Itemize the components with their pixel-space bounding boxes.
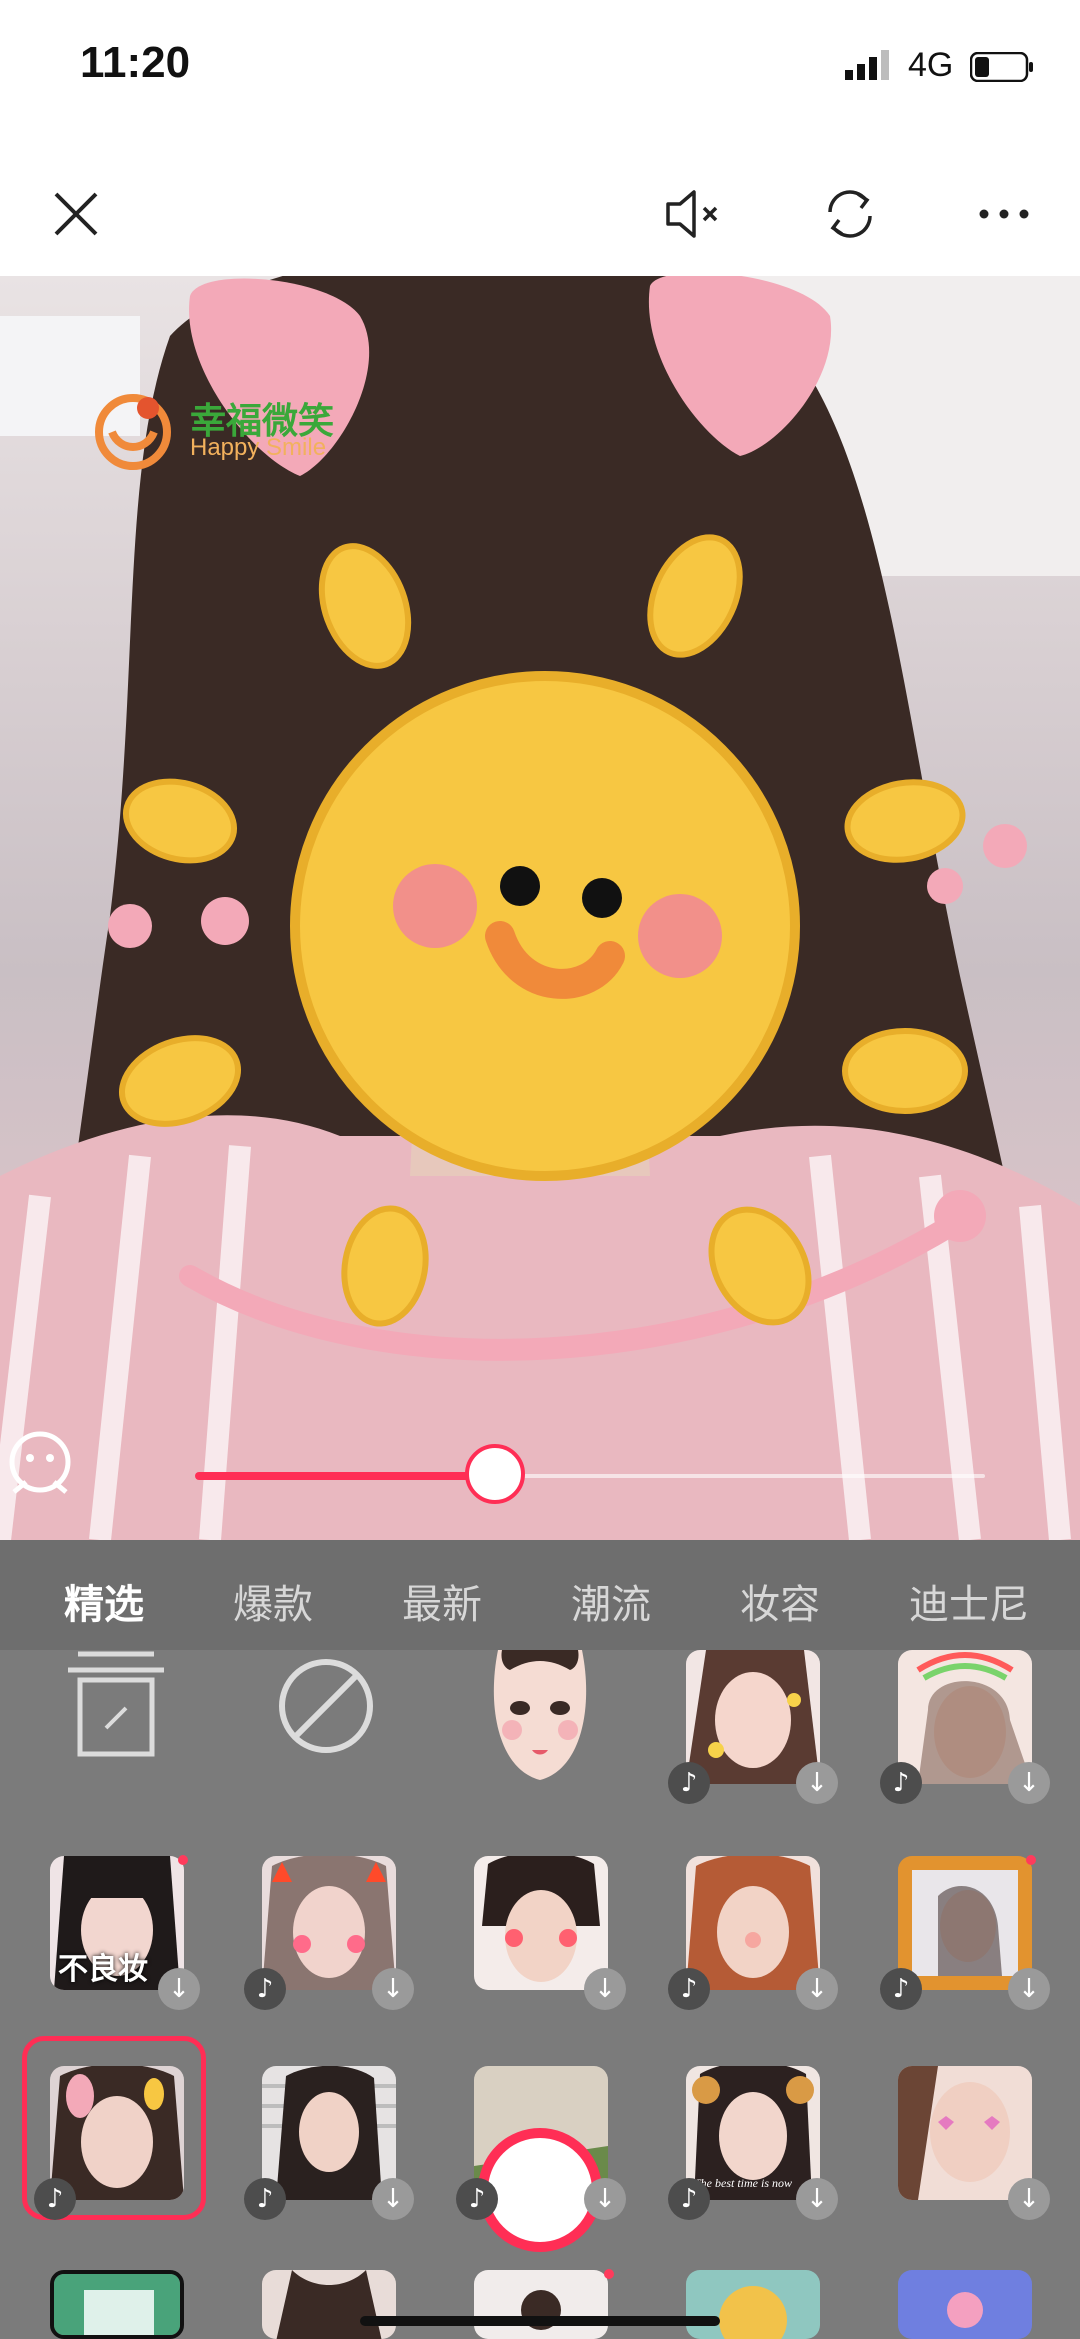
network-type: 4G [908, 46, 954, 84]
tab-latest[interactable]: 最新 [402, 1572, 482, 1630]
effect-partial-5[interactable] [898, 2270, 1032, 2339]
download-icon[interactable]: ↓ [372, 2178, 414, 2220]
close-icon[interactable] [44, 182, 108, 246]
music-icon: ♪ [880, 1762, 922, 1804]
tab-makeup[interactable]: 妆容 [740, 1572, 820, 1630]
download-icon[interactable]: ↓ [1008, 2178, 1050, 2220]
effects-grid: ♪ ↓ ♪ ↓ 不良妆 ↓ ♪ ↓ ↓ ♪ ↓ ♪ ↓ The best tim… [0, 1650, 1080, 2339]
beauty-slider[interactable] [0, 1436, 1080, 1516]
download-icon[interactable]: ↓ [1008, 1968, 1050, 2010]
no-effect-icon[interactable] [276, 1656, 376, 1756]
camera-preview[interactable]: 幸福微笑 Happy Smile [0, 276, 1080, 1540]
music-icon: ♪ [668, 1968, 710, 2010]
brand-watermark: 幸福微笑 Happy Smile [90, 386, 350, 476]
download-icon[interactable]: ↓ [1008, 1762, 1050, 1804]
effect-thumbnail [686, 2270, 820, 2339]
effect-thumbnail [898, 2270, 1032, 2339]
slider-thumb[interactable] [465, 1444, 526, 1504]
music-icon: ♪ [668, 1762, 710, 1804]
battery-icon [970, 52, 1033, 82]
download-icon[interactable]: ↓ [372, 1968, 414, 2010]
music-icon: ♪ [244, 2178, 286, 2220]
status-bar: 11:20 4G [0, 0, 1080, 140]
download-icon[interactable]: ↓ [796, 2178, 838, 2220]
download-icon[interactable]: ↓ [584, 1968, 626, 2010]
signal-icon [845, 50, 889, 80]
new-dot [604, 2269, 614, 2279]
music-icon: ♪ [668, 2178, 710, 2220]
download-icon[interactable]: ↓ [796, 1762, 838, 1804]
download-icon[interactable]: ↓ [158, 1968, 200, 2010]
effect-partial-3[interactable] [474, 2270, 608, 2339]
effects-panel: 精选 爆款 最新 潮流 妆容 迪士尼 ♪ ↓ ♪ ↓ 不良妆 ↓ ♪ ↓ ↓ ♪… [0, 1540, 1080, 2339]
brand-logo-icon [95, 394, 171, 470]
effect-label: 不良妆 [58, 1952, 148, 1987]
top-toolbar [0, 140, 1080, 276]
slider-fill [195, 1472, 496, 1480]
tab-disney[interactable]: 迪士尼 [909, 1572, 1029, 1630]
effect-tabs: 精选 爆款 最新 潮流 妆容 迪士尼 [0, 1540, 1080, 1650]
new-dot [1026, 1855, 1036, 1865]
download-icon[interactable]: ↓ [584, 2178, 626, 2220]
cartoon-face-effect[interactable] [480, 1650, 600, 1784]
tab-featured[interactable]: 精选 [64, 1572, 144, 1630]
tab-hot[interactable]: 爆款 [233, 1572, 313, 1630]
music-icon: ♪ [244, 1968, 286, 2010]
speaker-muted-icon[interactable] [660, 182, 724, 246]
effect-thumbnail [474, 2270, 608, 2339]
new-dot [178, 1855, 188, 1865]
download-icon[interactable]: ↓ [796, 1968, 838, 2010]
effect-partial-4[interactable] [686, 2270, 820, 2339]
effect-thumbnail [54, 2274, 180, 2335]
effect-partial-1[interactable] [50, 2270, 184, 2339]
music-icon: ♪ [880, 1968, 922, 2010]
more-icon[interactable] [972, 182, 1036, 246]
effect-thumbnail [262, 2270, 396, 2339]
home-indicator[interactable] [360, 2316, 720, 2326]
music-icon: ♪ [456, 2178, 498, 2220]
tab-trend[interactable]: 潮流 [571, 1572, 651, 1630]
clear-effects-icon[interactable] [66, 1650, 166, 1760]
brand-name-en: Happy Smile [190, 434, 327, 461]
music-icon: ♪ [34, 2178, 76, 2220]
status-time: 11:20 [80, 38, 191, 87]
camera-switch-icon[interactable] [818, 182, 882, 246]
effect-partial-2[interactable] [262, 2270, 396, 2339]
